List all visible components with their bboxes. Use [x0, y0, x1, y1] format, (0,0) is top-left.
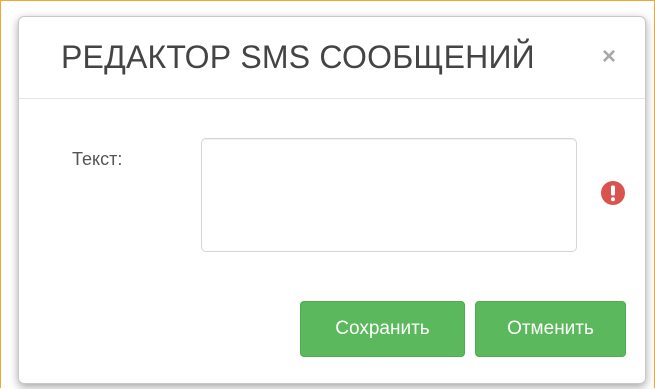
sms-text-input[interactable] — [201, 138, 577, 252]
window-frame: РЕДАКТОР SMS СООБЩЕНИЙ × Текст: Сохранит… — [0, 0, 655, 388]
close-button[interactable]: × — [597, 43, 621, 71]
dialog-header: РЕДАКТОР SMS СООБЩЕНИЙ × — [19, 17, 645, 99]
save-button[interactable]: Сохранить — [300, 301, 465, 357]
dialog-title: РЕДАКТОР SMS СООБЩЕНИЙ — [61, 39, 535, 75]
error-icon — [601, 181, 625, 205]
text-field-label: Текст: — [72, 149, 123, 169]
sms-editor-dialog: РЕДАКТОР SMS СООБЩЕНИЙ × Текст: Сохранит… — [18, 16, 646, 384]
cancel-button[interactable]: Отменить — [475, 301, 626, 357]
close-icon: × — [601, 43, 616, 70]
